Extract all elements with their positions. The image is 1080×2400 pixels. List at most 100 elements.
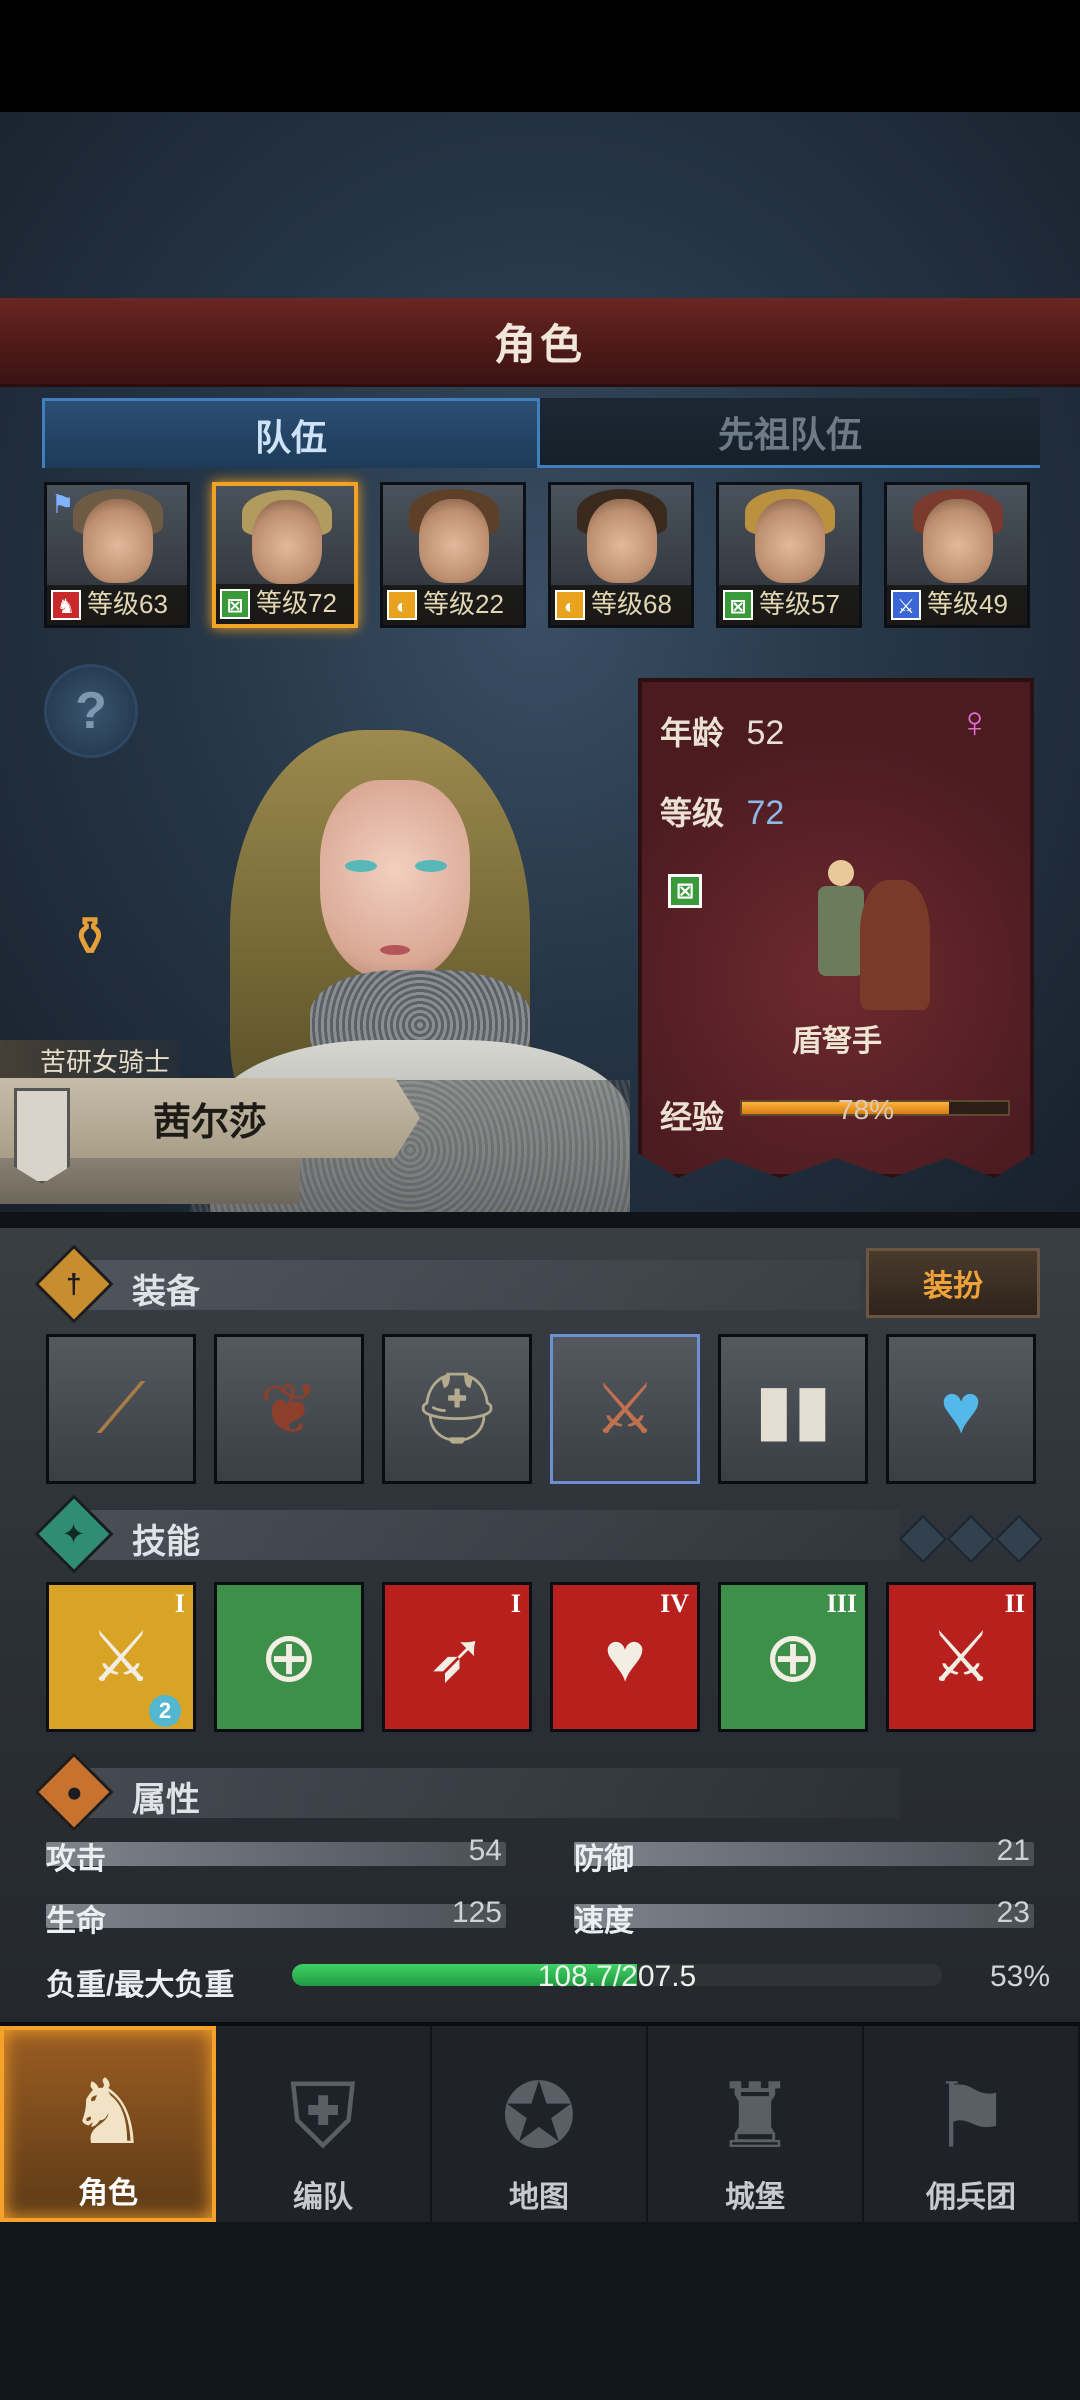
nav-mercenary[interactable]: ⚑ 佣兵团 bbox=[864, 2026, 1080, 2222]
skill-slot-5[interactable]: ⊕ III bbox=[718, 1582, 868, 1732]
skill-count-badge: 2 bbox=[149, 1695, 181, 1727]
tab-team[interactable]: 队伍 bbox=[42, 398, 540, 468]
member-level-bar: ◐ 等级22 bbox=[383, 585, 523, 625]
attack-value: 54 bbox=[468, 1834, 502, 1867]
attributes-title: 属性 bbox=[132, 1781, 200, 1819]
equip-slot-shield[interactable]: ❦ bbox=[214, 1334, 364, 1484]
heraldry-shield-icon[interactable] bbox=[14, 1088, 70, 1184]
member-level-bar: ⊠ 等级57 bbox=[719, 585, 859, 625]
team-member-3[interactable]: ◐ 等级22 bbox=[380, 482, 526, 628]
member-portrait bbox=[83, 499, 153, 583]
helmet-icon: ⛑ bbox=[412, 1369, 502, 1447]
nav-label: 编队 bbox=[293, 2181, 353, 2214]
stat-bar bbox=[574, 1904, 1034, 1928]
skill-slot-4[interactable]: ♥ IV bbox=[550, 1582, 700, 1732]
team-member-5[interactable]: ⊠ 等级57 bbox=[716, 482, 862, 628]
tree-shield-icon: ❦ bbox=[259, 1370, 319, 1448]
dress-up-label: 装扮 bbox=[923, 1270, 983, 1303]
nav-label: 角色 bbox=[78, 2177, 138, 2210]
tab-team-label: 队伍 bbox=[254, 416, 327, 458]
equipment-slots: ⟋ ❦ ⛑ ⚔ ▮▮ ♥ bbox=[46, 1334, 1042, 1486]
age-label: 年龄 bbox=[660, 715, 725, 751]
crossbow-icon: ⊠ bbox=[220, 589, 250, 619]
skill-rank: I bbox=[174, 1589, 185, 1618]
hp-value: 125 bbox=[451, 1896, 502, 1929]
skill-slots: ⚔ I 2 ⊕ ➶ I ♥ IV ⊕ III ⚔ II bbox=[46, 1582, 1042, 1734]
crossbow-skill-icon: ➶ bbox=[427, 1618, 487, 1696]
stat-speed: 速度 23 bbox=[574, 1896, 1034, 1938]
target-skill-icon: ⊕ bbox=[763, 1618, 823, 1696]
member-level: 等级68 bbox=[591, 589, 672, 619]
skills-title: 技能 bbox=[132, 1523, 200, 1561]
member-level-bar: ⚔ 等级49 bbox=[887, 585, 1027, 625]
boots-icon: ▮▮ bbox=[754, 1370, 832, 1448]
dress-up-button[interactable]: 装扮 bbox=[866, 1248, 1040, 1318]
tab-ancestor-team-label: 先祖队伍 bbox=[717, 413, 862, 455]
page-title: 角色 bbox=[493, 320, 586, 368]
heart-amulet-icon: ♥ bbox=[940, 1370, 982, 1448]
speed-value: 23 bbox=[996, 1896, 1030, 1929]
sword-skill-icon: ⚔ bbox=[929, 1618, 993, 1696]
character-name: 茜尔莎 bbox=[152, 1101, 267, 1144]
member-level-bar: ♞ 等级63 bbox=[47, 585, 187, 625]
equip-slot-weapon[interactable]: ⟋ bbox=[46, 1334, 196, 1484]
nav-castle[interactable]: ♜ 城堡 bbox=[648, 2026, 864, 2222]
help-button[interactable]: ? bbox=[44, 664, 138, 758]
skill-slot-3[interactable]: ➶ I bbox=[382, 1582, 532, 1732]
castle-icon: ♜ bbox=[714, 2067, 796, 2167]
horse-icon: ♞ bbox=[51, 590, 81, 620]
potion-button[interactable]: ⚱ bbox=[46, 892, 134, 980]
member-level: 等级57 bbox=[759, 589, 840, 619]
skill-rank: II bbox=[1004, 1589, 1025, 1618]
stat-bar bbox=[46, 1842, 506, 1866]
team-member-1[interactable]: ⚑ ♞ 等级63 bbox=[44, 482, 190, 628]
skill-slot-2[interactable]: ⊕ bbox=[214, 1582, 364, 1732]
load-label: 负重/最大负重 bbox=[46, 1969, 235, 2002]
tab-ancestor-team[interactable]: 先祖队伍 bbox=[540, 398, 1040, 468]
level-row: 等级 72 bbox=[660, 788, 784, 834]
figure-body bbox=[818, 886, 864, 976]
member-portrait bbox=[923, 499, 993, 583]
stat-attack: 攻击 54 bbox=[46, 1834, 506, 1876]
female-icon: ♀ bbox=[958, 698, 991, 747]
age-value: 52 bbox=[746, 714, 785, 752]
helmet-formation-icon: ⛨ bbox=[289, 2067, 357, 2167]
age-row: 年龄 52 bbox=[660, 708, 784, 754]
member-portrait bbox=[252, 500, 322, 584]
equip-slot-boots[interactable]: ▮▮ bbox=[718, 1334, 868, 1484]
portrait-lips bbox=[380, 945, 410, 955]
portrait-eye bbox=[345, 860, 377, 872]
stat-defense: 防御 21 bbox=[574, 1834, 1034, 1876]
figure-head bbox=[828, 860, 854, 886]
skill-slot-1[interactable]: ⚔ I 2 bbox=[46, 1582, 196, 1732]
member-level-bar: ◐ 等级68 bbox=[551, 585, 691, 625]
class-name: 盾弩手 bbox=[792, 1025, 882, 1058]
attack-label: 攻击 bbox=[46, 1843, 106, 1876]
skill-rank: III bbox=[826, 1589, 857, 1618]
equip-slot-helmet[interactable]: ⛑ bbox=[382, 1334, 532, 1484]
team-member-4[interactable]: ◐ 等级68 bbox=[548, 482, 694, 628]
nav-formation[interactable]: ⛨ 编队 bbox=[216, 2026, 432, 2222]
skill-slot-6[interactable]: ⚔ II bbox=[886, 1582, 1036, 1732]
defense-value: 21 bbox=[996, 1834, 1030, 1867]
title-banner: 角色 bbox=[0, 298, 1080, 387]
nav-label: 城堡 bbox=[725, 2181, 785, 2214]
nav-character[interactable]: ♞ 角色 bbox=[0, 2026, 216, 2222]
sword-cursor-skill-icon: ⚔ bbox=[89, 1618, 153, 1696]
team-member-6[interactable]: ⚔ 等级49 bbox=[884, 482, 1030, 628]
load-percent: 53% bbox=[989, 1960, 1050, 1993]
equipment-title: 装备 bbox=[132, 1273, 200, 1311]
team-member-2[interactable]: ⊠ 等级72 bbox=[212, 482, 358, 628]
skills-header-strip bbox=[80, 1510, 900, 1560]
character-title-text: 苦研女骑士 bbox=[40, 1046, 171, 1077]
member-portrait bbox=[419, 499, 489, 583]
crossbow-icon: ⊠ bbox=[723, 590, 753, 620]
exp-percent: 78% bbox=[838, 1094, 895, 1125]
mercenary-banner-icon: ⚑ bbox=[930, 2067, 1012, 2167]
equip-slot-amulet[interactable]: ♥ bbox=[886, 1334, 1036, 1484]
nav-map[interactable]: ✪ 地图 bbox=[432, 2026, 648, 2222]
equip-slot-armor[interactable]: ⚔ bbox=[550, 1334, 700, 1484]
bottom-navigation: ♞ 角色 ⛨ 编队 ✪ 地图 ♜ 城堡 ⚑ 佣兵团 bbox=[0, 2022, 1080, 2222]
load-value: 108.7/207.5 bbox=[537, 1960, 697, 1993]
chainmail-armor-icon: ⚔ bbox=[593, 1370, 657, 1448]
